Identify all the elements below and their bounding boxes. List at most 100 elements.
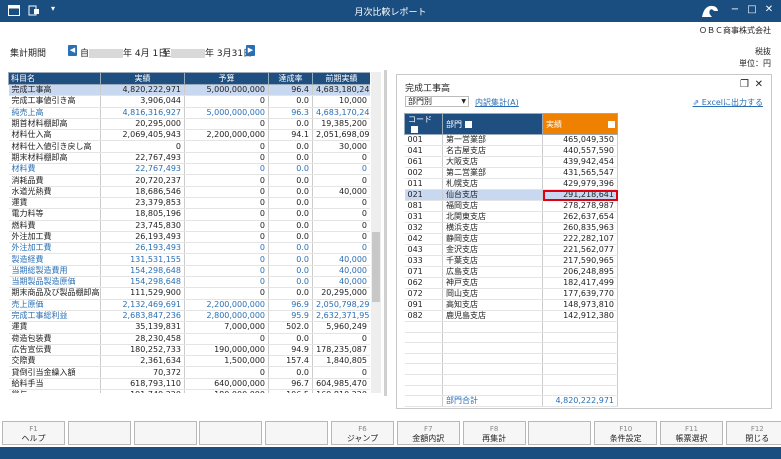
breakdown-link[interactable]: 内訳集計(A) bbox=[475, 97, 519, 108]
fkey-button-2[interactable] bbox=[67, 421, 131, 445]
period-to[interactable]: 至年 3月31日 bbox=[162, 46, 252, 59]
table-row[interactable]: 001 第一営業部 465,049,350 bbox=[404, 134, 618, 146]
table-row[interactable]: 運賃 35,139,831 7,000,000 502.0 5,960,249 bbox=[8, 321, 370, 334]
table-row[interactable]: 当期製品製造原価 154,298,648 0 0.0 40,000 bbox=[8, 276, 370, 289]
actual-cell: 20,720,237 bbox=[100, 174, 185, 187]
table-row[interactable]: 021 仙台支店 291,218,641 bbox=[404, 189, 618, 201]
table-row[interactable]: 材料費 22,767,493 0 0.0 0 bbox=[8, 163, 370, 176]
table-row[interactable]: 061 大阪支店 439,942,454 bbox=[404, 156, 618, 168]
col-header-account[interactable]: 科目名 bbox=[8, 72, 101, 85]
table-row[interactable]: 消耗品費 20,720,237 0 0.0 0 bbox=[8, 174, 370, 187]
table-row[interactable]: 運賃 23,379,853 0 0.0 0 bbox=[8, 197, 370, 210]
panel-close-icon[interactable]: ✕ bbox=[755, 79, 763, 90]
filter-icon[interactable] bbox=[411, 126, 418, 133]
table-row[interactable]: 期首材料棚卸高 20,295,000 0 0.0 19,385,200 bbox=[8, 118, 370, 131]
account-cell: 広告宣伝費 bbox=[8, 344, 101, 357]
fkey-button-3[interactable] bbox=[133, 421, 197, 445]
left-scrollbar[interactable] bbox=[371, 72, 381, 393]
table-row[interactable]: 091 高知支店 148,973,810 bbox=[404, 299, 618, 311]
fkey-button-4[interactable] bbox=[199, 421, 263, 445]
table-row[interactable]: 完成工事高 4,820,222,971 5,000,000,000 96.4 4,683… bbox=[8, 84, 370, 97]
col-header-rate[interactable]: 達成率 bbox=[268, 72, 313, 85]
fkey-button-9[interactable] bbox=[528, 421, 592, 445]
minimize-icon[interactable]: − bbox=[728, 4, 742, 15]
table-row[interactable]: 072 岡山支店 177,639,770 bbox=[404, 288, 618, 300]
table-row[interactable]: 交際費 2,361,634 1,500,000 157.4 1,840,805 bbox=[8, 355, 370, 368]
table-row[interactable]: 貸倒引当金繰入額 70,372 0 0.0 0 bbox=[8, 366, 370, 379]
table-row[interactable]: 042 静岡支店 222,282,107 bbox=[404, 233, 618, 245]
table-row[interactable]: 製造経費 131,531,155 0 0.0 40,000 bbox=[8, 253, 370, 266]
table-row[interactable]: 062 神戸支店 182,417,499 bbox=[404, 277, 618, 289]
table-row[interactable]: 広告宣伝費 180,252,733 190,000,000 94.9 178,235,0… bbox=[8, 344, 370, 357]
table-row[interactable]: 082 鹿児島支店 142,912,380 bbox=[404, 310, 618, 322]
fkey-button-8[interactable]: F8 再集計 bbox=[462, 421, 526, 445]
table-row[interactable]: 071 広島支店 206,248,895 bbox=[404, 266, 618, 278]
table-row[interactable]: 033 千葉支店 217,590,965 bbox=[404, 255, 618, 267]
excel-export-link[interactable]: ⇗ Excelに出力する bbox=[693, 97, 763, 108]
col-header-dept[interactable]: 部門 bbox=[442, 113, 543, 135]
table-row[interactable]: 031 北関東支店 262,637,654 bbox=[404, 211, 618, 223]
table-row[interactable]: 材料仕入高 2,069,405,943 2,200,000,000 94.1 2,051… bbox=[8, 129, 370, 142]
table-row[interactable]: 041 名古屋支店 440,557,590 bbox=[404, 145, 618, 157]
col-header-dept-actual[interactable]: 実績 bbox=[542, 113, 618, 135]
pane-splitter[interactable] bbox=[384, 70, 387, 396]
next-period-icon[interactable]: ▶ bbox=[246, 45, 255, 56]
table-row[interactable]: 期末材料棚卸高 22,767,493 0 0.0 0 bbox=[8, 152, 370, 165]
fkey-button-5[interactable] bbox=[265, 421, 329, 445]
dept-cell: 札幌支店 bbox=[442, 178, 543, 190]
scrollbar-thumb[interactable] bbox=[372, 232, 380, 302]
table-row[interactable]: 外注加工費 26,193,493 0 0.0 0 bbox=[8, 231, 370, 244]
col-header-prev[interactable]: 前期実績 bbox=[312, 72, 370, 85]
table-row[interactable]: 011 札幌支店 429,979,396 bbox=[404, 178, 618, 190]
table-row[interactable]: 水道光熱費 18,686,546 0 0.0 40,000 bbox=[8, 186, 370, 198]
fkey-button-7[interactable]: F7 金額内訳 bbox=[396, 421, 460, 445]
code-cell: 072 bbox=[404, 288, 443, 300]
fkey-button-10[interactable]: F10 条件設定 bbox=[594, 421, 658, 445]
table-row[interactable]: 外注加工費 26,193,493 0 0.0 0 bbox=[8, 242, 370, 255]
popout-icon[interactable]: ❐ bbox=[740, 79, 749, 90]
fkey-button-12[interactable]: F12 閉じる bbox=[725, 421, 781, 445]
table-row[interactable]: 荷造包装費 28,230,458 0 0.0 0 bbox=[8, 333, 370, 345]
table-row[interactable]: 純売上高 4,816,316,927 5,000,000,000 96.3 4,683,… bbox=[8, 107, 370, 119]
rate-cell: 0.0 bbox=[268, 163, 313, 176]
col-header-actual[interactable]: 実績 bbox=[100, 72, 185, 85]
table-row[interactable]: 032 横浜支店 260,835,963 bbox=[404, 222, 618, 234]
table-row[interactable]: 当期総製造費用 154,298,648 0 0.0 40,000 bbox=[8, 265, 370, 278]
col-header-code[interactable]: コード bbox=[404, 113, 443, 135]
period-from[interactable]: 自年 4月 1日 bbox=[80, 46, 167, 59]
code-cell: 041 bbox=[404, 145, 443, 157]
filter-icon[interactable] bbox=[465, 120, 472, 128]
fkey-label: 再集計 bbox=[482, 434, 507, 443]
table-row[interactable]: 完成工事値引き高 3,906,044 0 0.0 10,000 bbox=[8, 95, 370, 108]
table-row[interactable]: 給料手当 618,793,110 640,000,000 96.7 604,985,47… bbox=[8, 378, 370, 391]
actual-cell: 2,132,469,691 bbox=[100, 299, 185, 311]
maximize-icon[interactable]: □ bbox=[745, 4, 759, 15]
rate-cell: 0.0 bbox=[268, 287, 313, 300]
rate-cell: 157.4 bbox=[268, 355, 313, 368]
close-icon[interactable]: ✕ bbox=[762, 4, 776, 15]
table-row[interactable]: 売上原価 2,132,469,691 2,200,000,000 96.9 2,050,… bbox=[8, 299, 370, 311]
table-row[interactable]: 002 第二営業部 431,565,547 bbox=[404, 167, 618, 179]
fkey-button-6[interactable]: F6 ジャンプ bbox=[331, 421, 394, 445]
prev-period-icon[interactable]: ◀ bbox=[68, 45, 77, 56]
dept-select[interactable]: 部門別 ▼ bbox=[405, 96, 469, 107]
table-row[interactable]: 電力料等 18,805,196 0 0.0 0 bbox=[8, 208, 370, 221]
actual-cell: 4,816,316,927 bbox=[100, 107, 185, 119]
prev-cell: 40,000 bbox=[312, 186, 370, 198]
table-row[interactable]: 完成工事総利益 2,683,847,236 2,800,000,000 95.9 2,6… bbox=[8, 310, 370, 323]
table-row[interactable]: 043 金沢支店 221,562,077 bbox=[404, 244, 618, 256]
account-cell: 外注加工費 bbox=[8, 231, 101, 244]
account-cell: 荷造包装費 bbox=[8, 333, 101, 345]
sort-icon[interactable] bbox=[608, 120, 615, 128]
table-row[interactable]: 賞与191,749,220180,000,000106.5169,810,220 bbox=[8, 389, 370, 393]
table-row[interactable]: 材料仕入値引き戻し高 0 0 0.0 30,000 bbox=[8, 140, 370, 153]
col-header-budget[interactable]: 予算 bbox=[184, 72, 269, 85]
fkey-button-1[interactable]: F1 ヘルプ bbox=[2, 421, 65, 445]
table-row[interactable]: 燃料費 23,745,830 0 0.0 0 bbox=[8, 220, 370, 232]
account-cell: 消耗品費 bbox=[8, 174, 101, 187]
prev-cell: 1,840,805 bbox=[312, 355, 370, 368]
table-row[interactable]: 期末商品及び製品棚卸高 111,529,900 0 0.0 20,295,000 bbox=[8, 287, 370, 300]
table-row[interactable]: 081 福岡支店 278,278,987 bbox=[404, 200, 618, 212]
actual-cell: 131,531,155 bbox=[100, 253, 185, 266]
fkey-button-11[interactable]: F11 帳票選択 bbox=[660, 421, 723, 445]
